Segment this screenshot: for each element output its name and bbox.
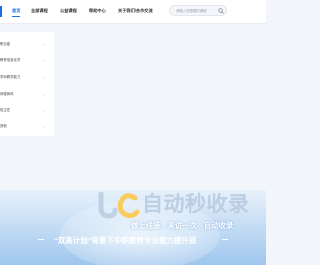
sidebar-item-professional-ability[interactable]: 职业能 › bbox=[0, 38, 54, 52]
sidebar-item-teacher-ethics[interactable]: 师德师风 › bbox=[0, 88, 54, 102]
watermark-title: 自动秒收录 bbox=[142, 193, 250, 216]
sidebar-item-label: 师德师风 bbox=[0, 92, 14, 96]
chevron-right-icon: › bbox=[43, 75, 45, 80]
sidebar-item-subject-teaching[interactable]: 学科教学能力 › bbox=[0, 71, 54, 85]
chevron-right-icon: › bbox=[43, 58, 45, 63]
search-input[interactable]: 请输入您想要的课程 bbox=[169, 5, 227, 16]
nav-item-help-center[interactable]: 帮助中心 bbox=[89, 8, 106, 14]
promo-banner[interactable]: 自动秒收录 做上线搓→来访一次→自动收录 “双高计划”背景下中职教师专业能力提升… bbox=[0, 190, 266, 265]
nav-active-indicator bbox=[12, 16, 20, 17]
sidebar-item-label: 教育信息化学 bbox=[0, 58, 21, 62]
headline-dash-right bbox=[222, 239, 228, 241]
category-sidebar: 职业能 › 教育信息化学 › 学科教学能力 › 师德师风 › 班主任 › 其他 … bbox=[0, 32, 54, 136]
chevron-right-icon: › bbox=[43, 42, 45, 47]
top-navigation-bar: 首页 全部课程 公益课程 帮助中心 关于我们/合作交流 请输入您想要的课程 bbox=[0, 0, 266, 24]
sidebar-item-label: 班主任 bbox=[0, 108, 11, 112]
sidebar-item-label: 职业能 bbox=[0, 42, 11, 46]
chevron-right-icon: › bbox=[43, 92, 45, 97]
watermark-logo-icon bbox=[98, 191, 140, 219]
nav-item-public-courses[interactable]: 公益课程 bbox=[60, 8, 77, 14]
nav-item-about-us[interactable]: 关于我们/合作交流 bbox=[118, 8, 153, 14]
search-placeholder: 请输入您想要的课程 bbox=[176, 8, 207, 13]
page: 首页 全部课程 公益课程 帮助中心 关于我们/合作交流 请输入您想要的课程 职业… bbox=[0, 0, 266, 265]
watermark-tagline: 做上线搓→来访一次→自动收录 bbox=[131, 221, 234, 230]
nav-item-all-courses[interactable]: 全部课程 bbox=[31, 8, 48, 14]
sidebar-item-education-informatization[interactable]: 教育信息化学 › bbox=[0, 54, 54, 68]
sidebar-item-label: 学科教学能力 bbox=[0, 75, 21, 79]
headline-dash-left bbox=[38, 239, 44, 241]
sidebar-item-class-teacher[interactable]: 班主任 › bbox=[0, 104, 54, 118]
chevron-right-icon: › bbox=[43, 124, 45, 129]
sidebar-item-other[interactable]: 其他 › bbox=[0, 120, 54, 134]
nav-item-home[interactable]: 首页 bbox=[12, 8, 20, 14]
sidebar-item-label: 其他 bbox=[0, 124, 7, 128]
banner-headline: “双高计划”背景下中职教师专业能力提升班 bbox=[54, 236, 197, 245]
logo[interactable] bbox=[0, 6, 2, 17]
search-icon[interactable] bbox=[218, 8, 224, 14]
chevron-right-icon: › bbox=[43, 108, 45, 113]
